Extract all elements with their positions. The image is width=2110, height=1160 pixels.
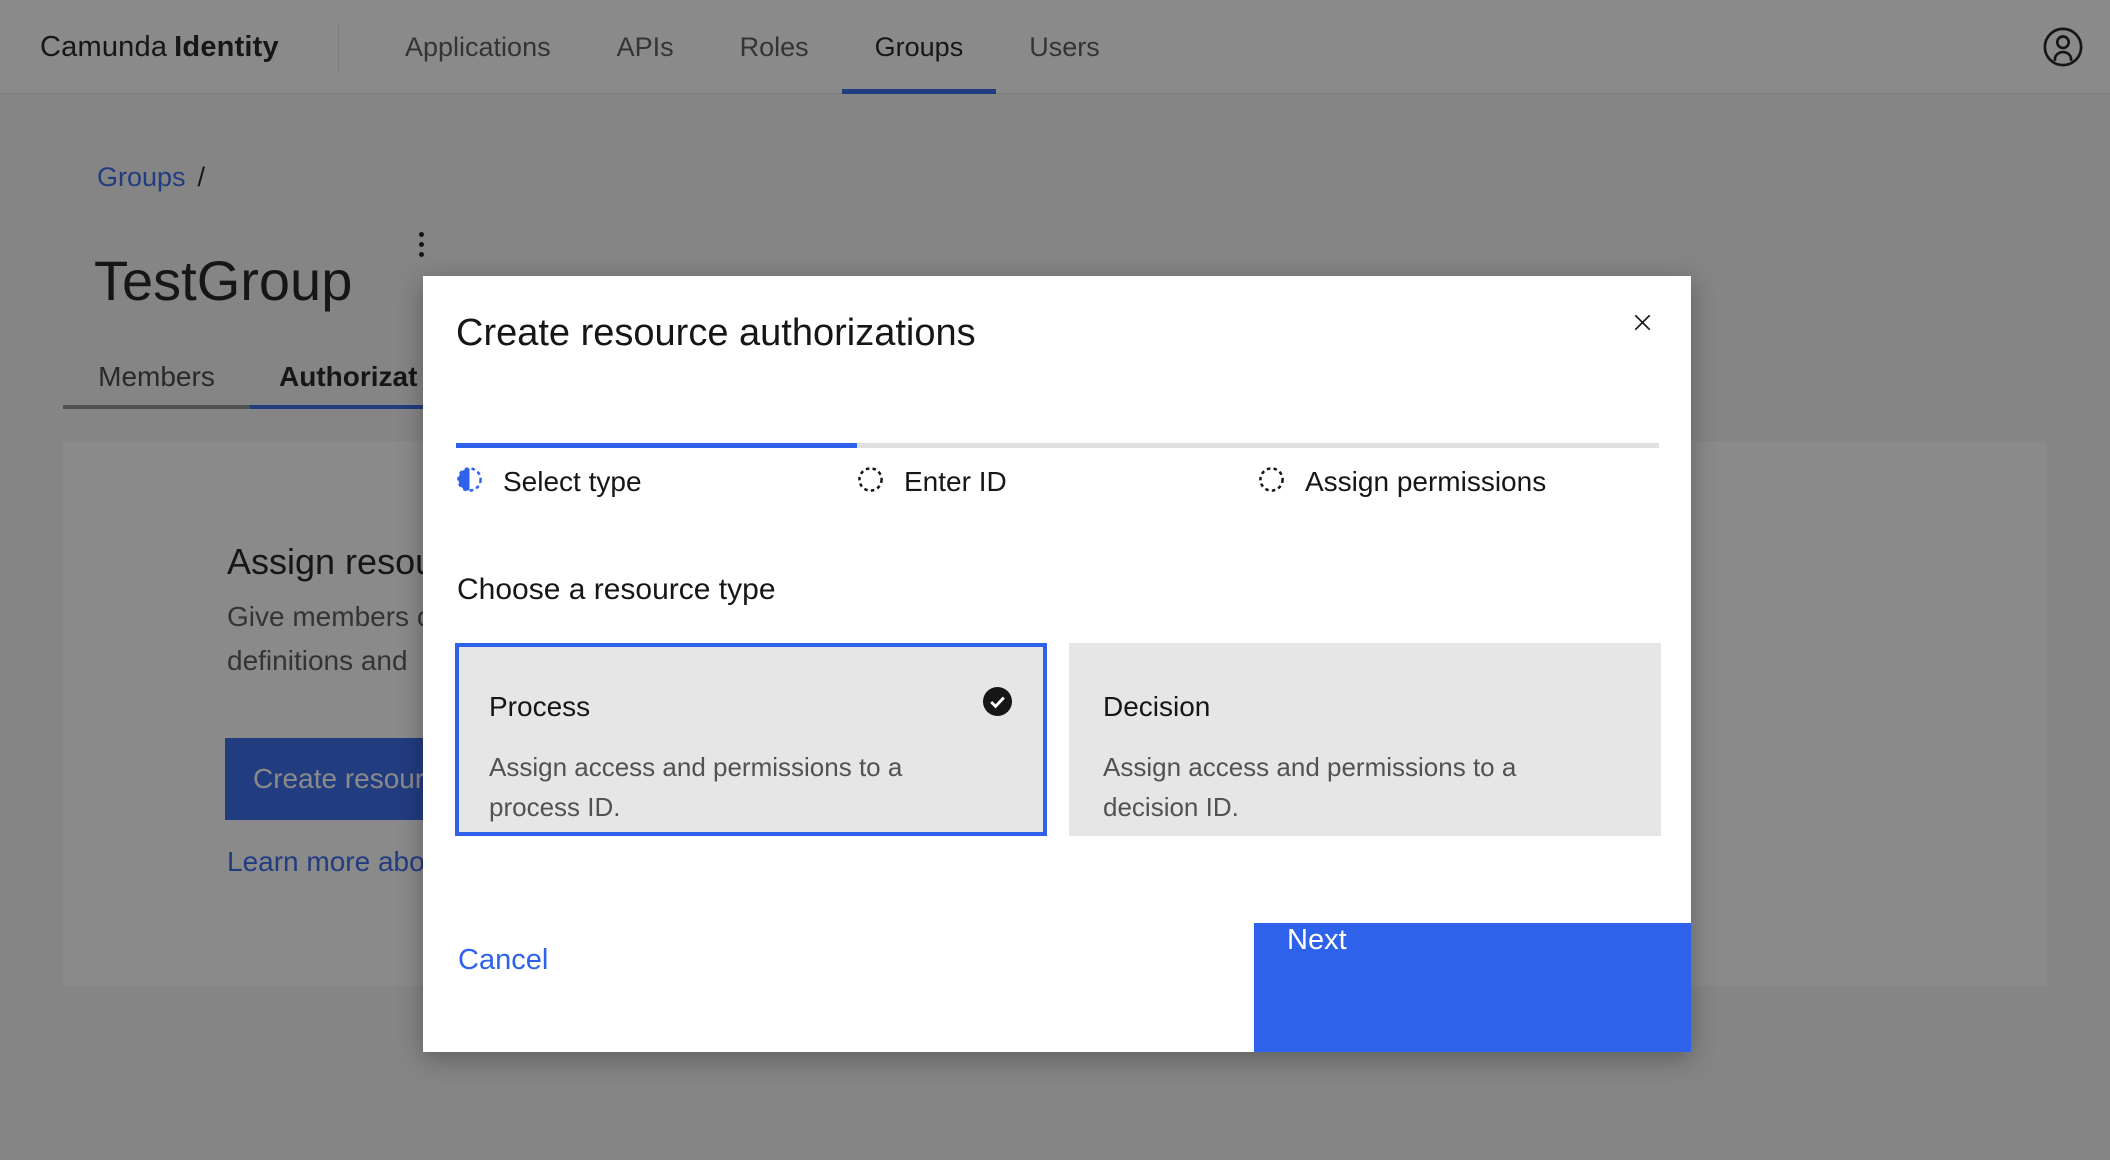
choose-resource-type-heading: Choose a resource type bbox=[457, 573, 776, 607]
tile-description: Assign access and permissions to a proce… bbox=[489, 747, 959, 827]
create-resource-authorizations-modal: Create resource authorizations Select ty… bbox=[423, 276, 1691, 1052]
step-future-icon bbox=[1258, 466, 1285, 498]
tile-title: Decision bbox=[1103, 691, 1627, 723]
close-icon bbox=[1631, 311, 1654, 337]
progress-steps: Select type Enter ID Assign permissions bbox=[456, 466, 1659, 498]
tile-decision[interactable]: Decision Assign access and permissions t… bbox=[1069, 643, 1661, 836]
tile-title: Process bbox=[489, 691, 1013, 723]
cancel-button[interactable]: Cancel bbox=[458, 944, 548, 977]
tile-description: Assign access and permissions to a decis… bbox=[1103, 747, 1573, 827]
step-select-type[interactable]: Select type bbox=[456, 466, 857, 498]
step-label: Select type bbox=[503, 466, 642, 498]
resource-type-tiles: Process Assign access and permissions to… bbox=[455, 643, 1661, 836]
modal-close-button[interactable] bbox=[1618, 300, 1666, 348]
progress-bar-fill bbox=[456, 443, 857, 448]
step-enter-id[interactable]: Enter ID bbox=[857, 466, 1258, 498]
tile-process[interactable]: Process Assign access and permissions to… bbox=[455, 643, 1047, 836]
step-label: Enter ID bbox=[904, 466, 1007, 498]
modal-title: Create resource authorizations bbox=[456, 312, 976, 355]
step-future-icon bbox=[857, 466, 884, 498]
step-assign-permissions[interactable]: Assign permissions bbox=[1258, 466, 1659, 498]
step-label: Assign permissions bbox=[1305, 466, 1546, 498]
step-current-icon bbox=[456, 466, 483, 498]
next-button[interactable]: Next bbox=[1254, 923, 1691, 1052]
next-button-label: Next bbox=[1287, 924, 1347, 957]
progress-bar-track bbox=[456, 443, 1659, 448]
checkmark-filled-icon bbox=[982, 686, 1013, 717]
